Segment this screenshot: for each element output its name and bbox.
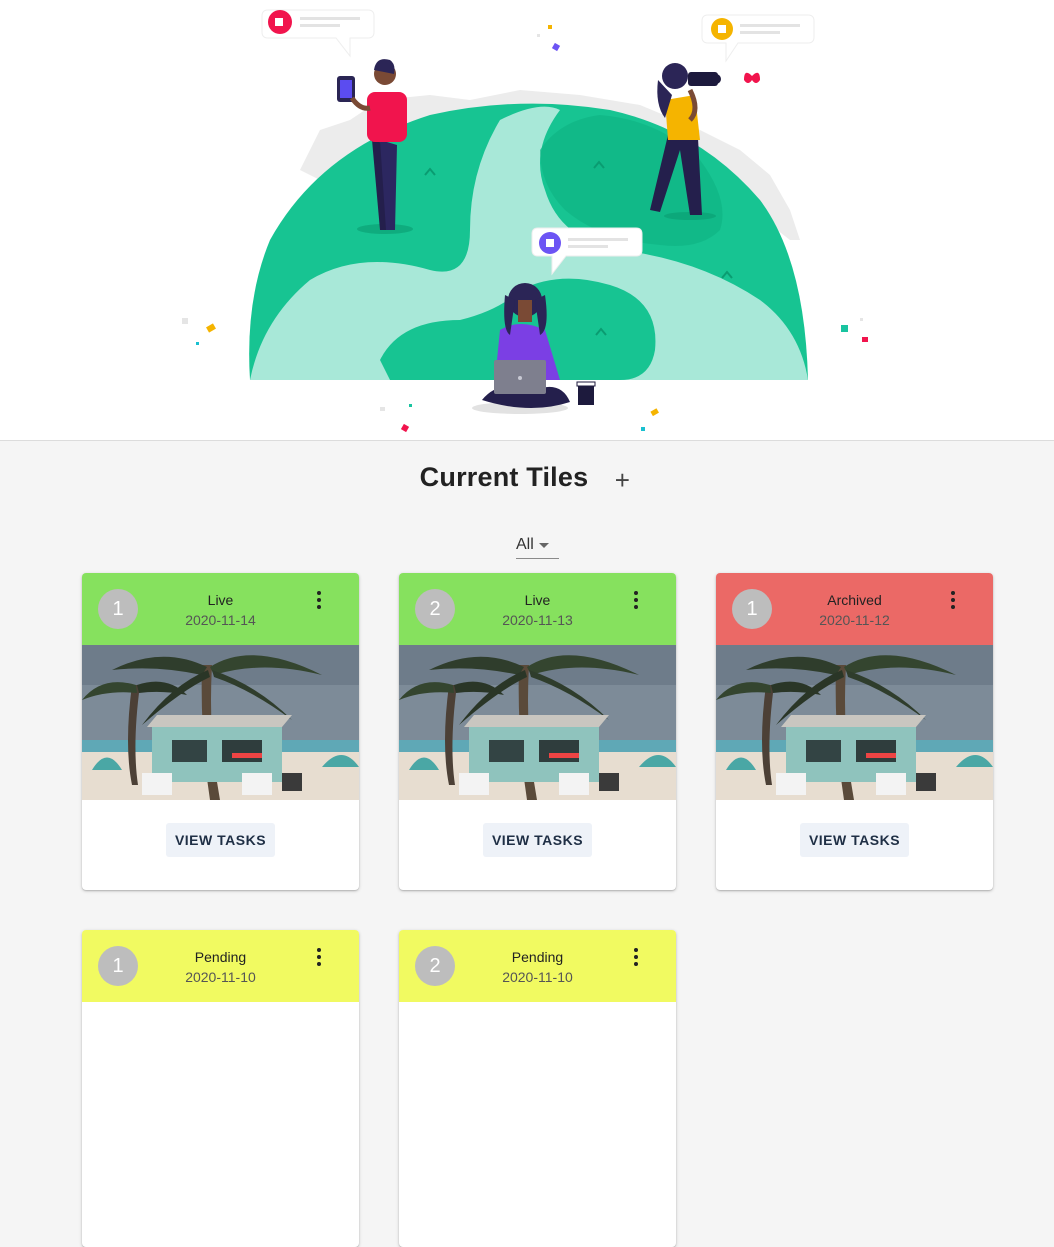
- view-tasks-button[interactable]: VIEW TASKS: [799, 823, 910, 857]
- world-travel-illustration: [182, 9, 868, 433]
- more-vert-icon[interactable]: [626, 947, 646, 967]
- card-beach-image: [716, 645, 993, 800]
- card-actions: VIEW TASKS: [82, 823, 359, 857]
- filter-selected-value: All: [516, 536, 534, 553]
- dropdown-caret-icon: [538, 542, 549, 548]
- more-vert-icon[interactable]: [626, 590, 646, 610]
- tile-card: 1 Live 2020-11-14 VIEW TASKS: [82, 573, 359, 890]
- card-date: 2020-11-10: [185, 969, 256, 985]
- card-date: 2020-11-10: [502, 969, 573, 985]
- card-date: 2020-11-14: [185, 612, 256, 628]
- tile-card: 2 Pending 2020-11-10: [399, 930, 676, 1247]
- view-tasks-button[interactable]: VIEW TASKS: [482, 823, 593, 857]
- view-tasks-button[interactable]: VIEW TASKS: [165, 823, 276, 857]
- tile-card: 1 Archived 2020-11-12 VIEW TASKS: [716, 573, 993, 890]
- card-date: 2020-11-12: [819, 612, 890, 628]
- tile-card: 2 Live 2020-11-13 VIEW TASKS: [399, 573, 676, 890]
- card-date: 2020-11-13: [502, 612, 573, 628]
- more-vert-icon[interactable]: [309, 947, 329, 967]
- card-header: 1 Pending 2020-11-10: [82, 930, 359, 1002]
- card-header: 1 Live 2020-11-14: [82, 573, 359, 645]
- more-vert-icon[interactable]: [309, 590, 329, 610]
- card-actions: VIEW TASKS: [399, 823, 676, 857]
- card-actions: VIEW TASKS: [716, 823, 993, 857]
- more-vert-icon[interactable]: [943, 590, 963, 610]
- card-header: 1 Archived 2020-11-12: [716, 573, 993, 645]
- status-filter-select[interactable]: All: [516, 532, 559, 559]
- tile-card: 1 Pending 2020-11-10: [82, 930, 359, 1247]
- card-header: 2 Live 2020-11-13: [399, 573, 676, 645]
- card-header: 2 Pending 2020-11-10: [399, 930, 676, 1002]
- card-beach-image: [82, 645, 359, 800]
- add-tile-button[interactable]: +: [610, 467, 634, 493]
- page-title: Current Tiles: [419, 462, 589, 492]
- hero-illustration: [0, 0, 1054, 441]
- card-beach-image: [399, 645, 676, 800]
- title-row: Current Tiles +: [0, 462, 1054, 493]
